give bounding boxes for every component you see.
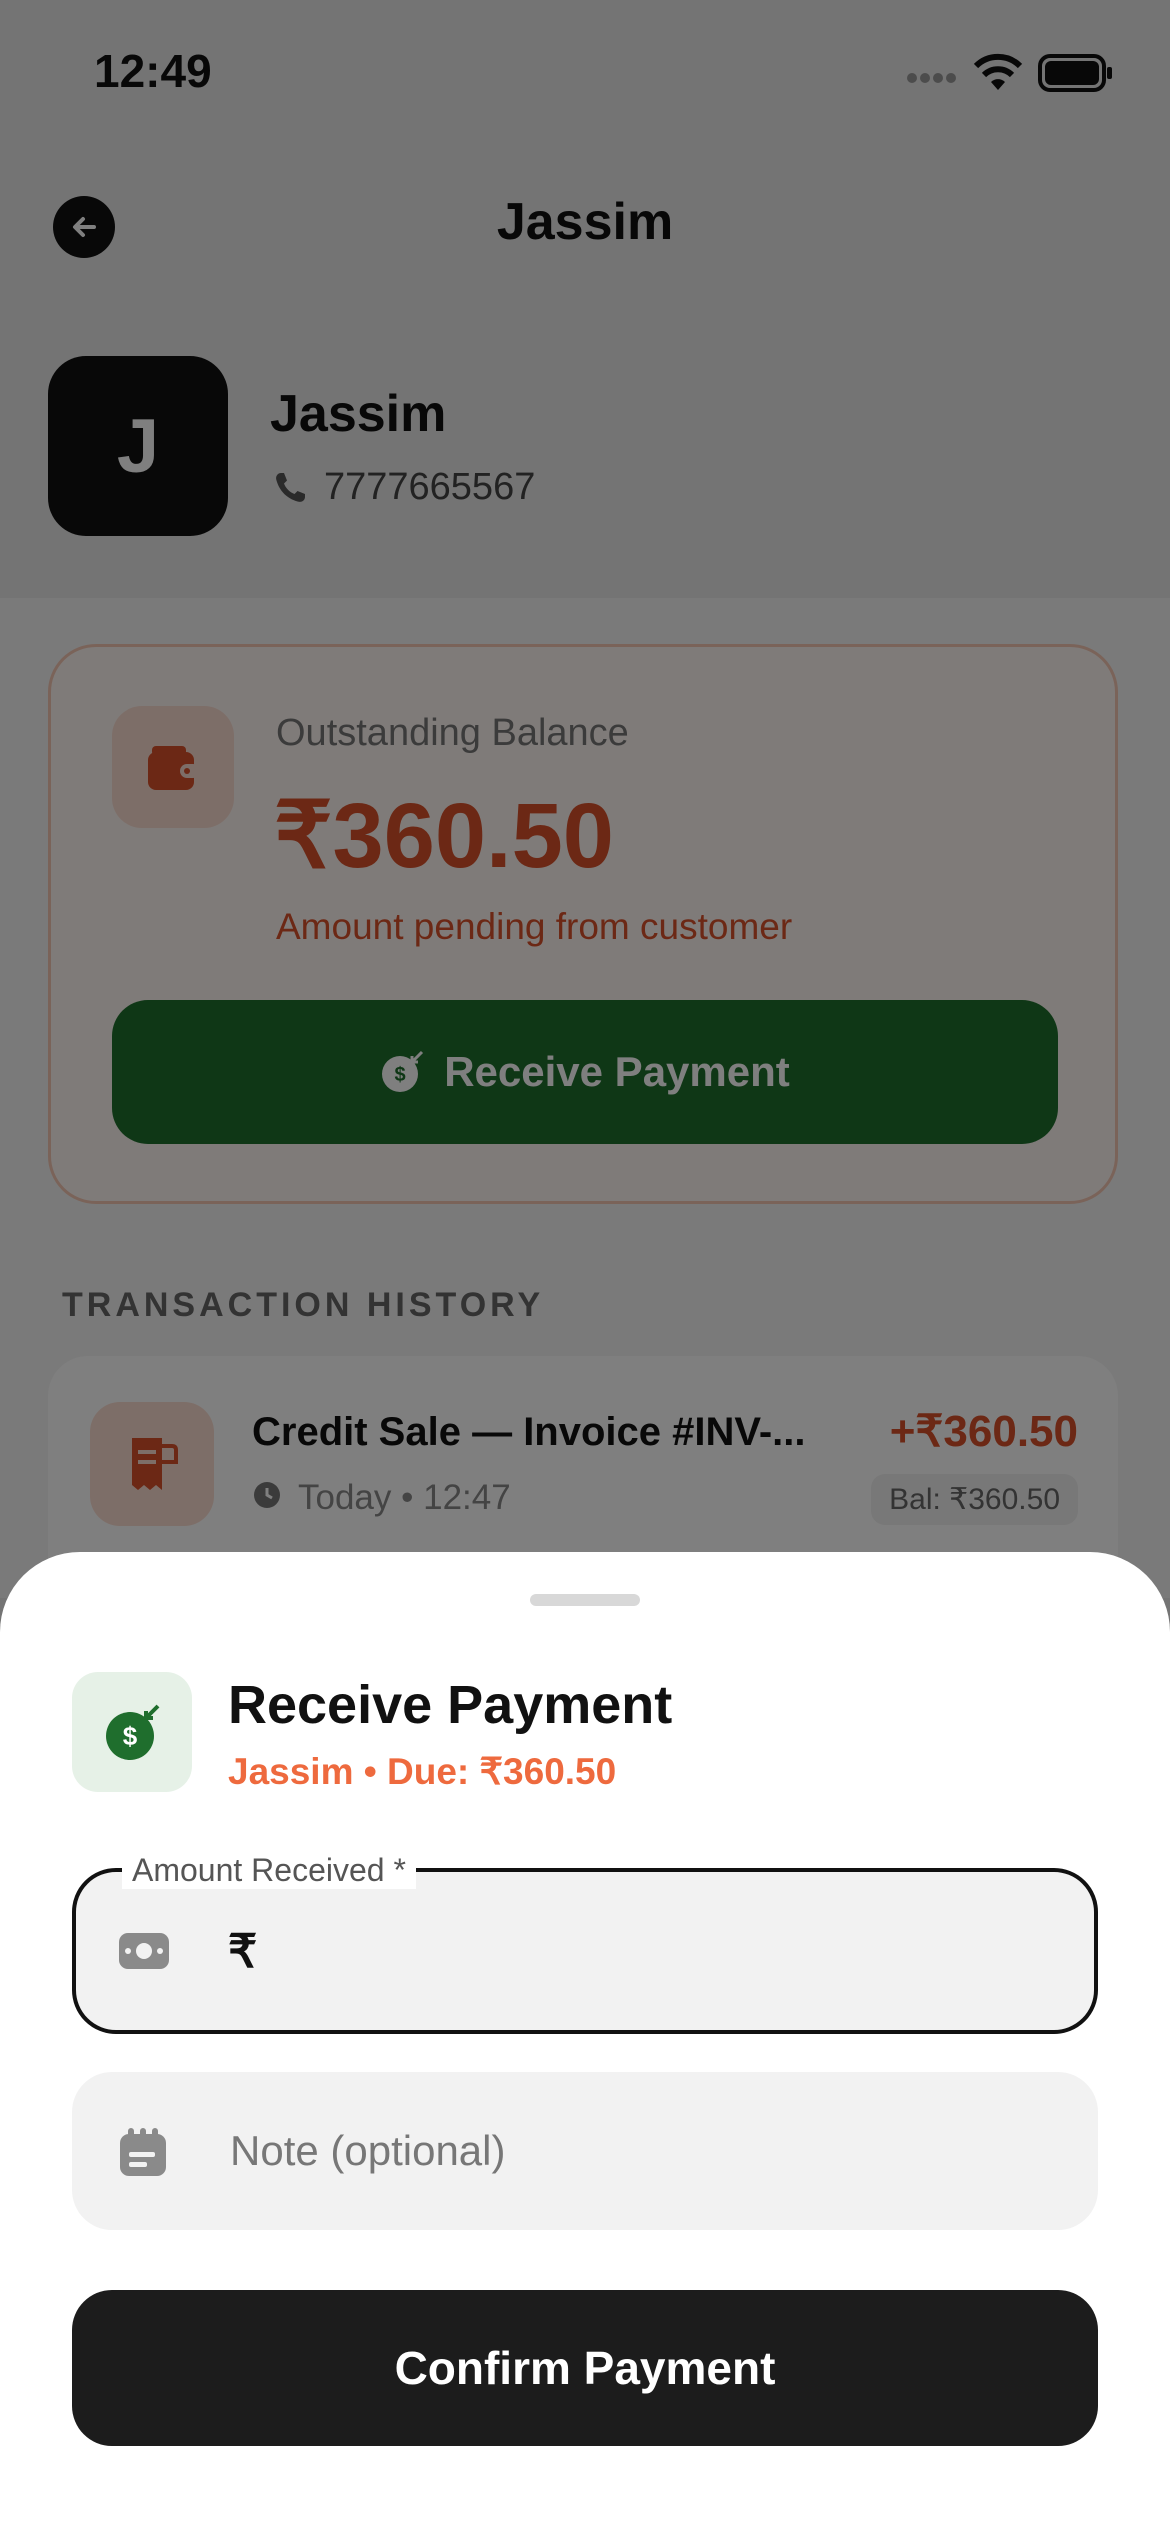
payment-icon-badge: $: [72, 1672, 192, 1792]
cash-icon: [119, 1933, 169, 1969]
money-in-icon: $: [106, 1704, 160, 1760]
svg-text:$: $: [123, 1721, 138, 1751]
amount-field-label: Amount Received *: [122, 1852, 416, 1889]
sheet-title: Receive Payment: [228, 1675, 673, 1735]
sheet-drag-handle[interactable]: [530, 1594, 640, 1606]
note-input[interactable]: [228, 2100, 1062, 2202]
sheet-subtitle: Jassim • Due: ₹360.50: [228, 1751, 617, 1792]
amount-input[interactable]: [270, 1902, 1054, 2004]
currency-prefix: ₹: [228, 1925, 258, 1977]
notepad-icon: [120, 2128, 166, 2176]
confirm-payment-button[interactable]: Confirm Payment: [72, 2290, 1098, 2446]
